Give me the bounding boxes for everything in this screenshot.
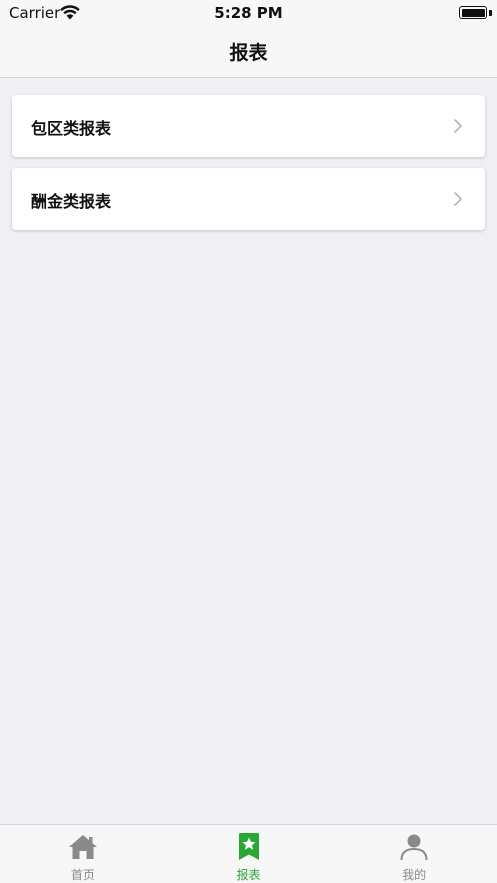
- chevron-right-icon: [454, 119, 462, 133]
- tab-reports[interactable]: 报表: [166, 825, 332, 883]
- tab-label: 首页: [70, 868, 95, 882]
- tab-label: 我的: [402, 868, 427, 882]
- navigation-bar: 报表: [0, 26, 497, 78]
- tab-bar: 首页 报表 我的: [0, 824, 497, 883]
- list-item-commission-reports[interactable]: 酬金类报表: [12, 168, 485, 230]
- status-time: 5:28 PM: [214, 4, 283, 22]
- battery-cap: [489, 10, 492, 16]
- report-bookmark-star-icon: [238, 833, 259, 860]
- tab-profile[interactable]: 我的: [331, 825, 497, 883]
- home-icon: [68, 835, 97, 859]
- tab-label: 报表: [236, 868, 261, 882]
- chevron-right-icon: [454, 192, 462, 206]
- list-item-package-area-reports[interactable]: 包区类报表: [12, 95, 485, 157]
- user-icon: [400, 834, 428, 861]
- list-item-label: 酬金类报表: [31, 192, 112, 211]
- tab-home[interactable]: 首页: [0, 825, 166, 883]
- list-item-label: 包区类报表: [31, 119, 112, 138]
- status-bar: Carrier 5:28 PM: [0, 0, 497, 26]
- page-title: 报表: [229, 42, 268, 64]
- battery-icon: [459, 6, 487, 19]
